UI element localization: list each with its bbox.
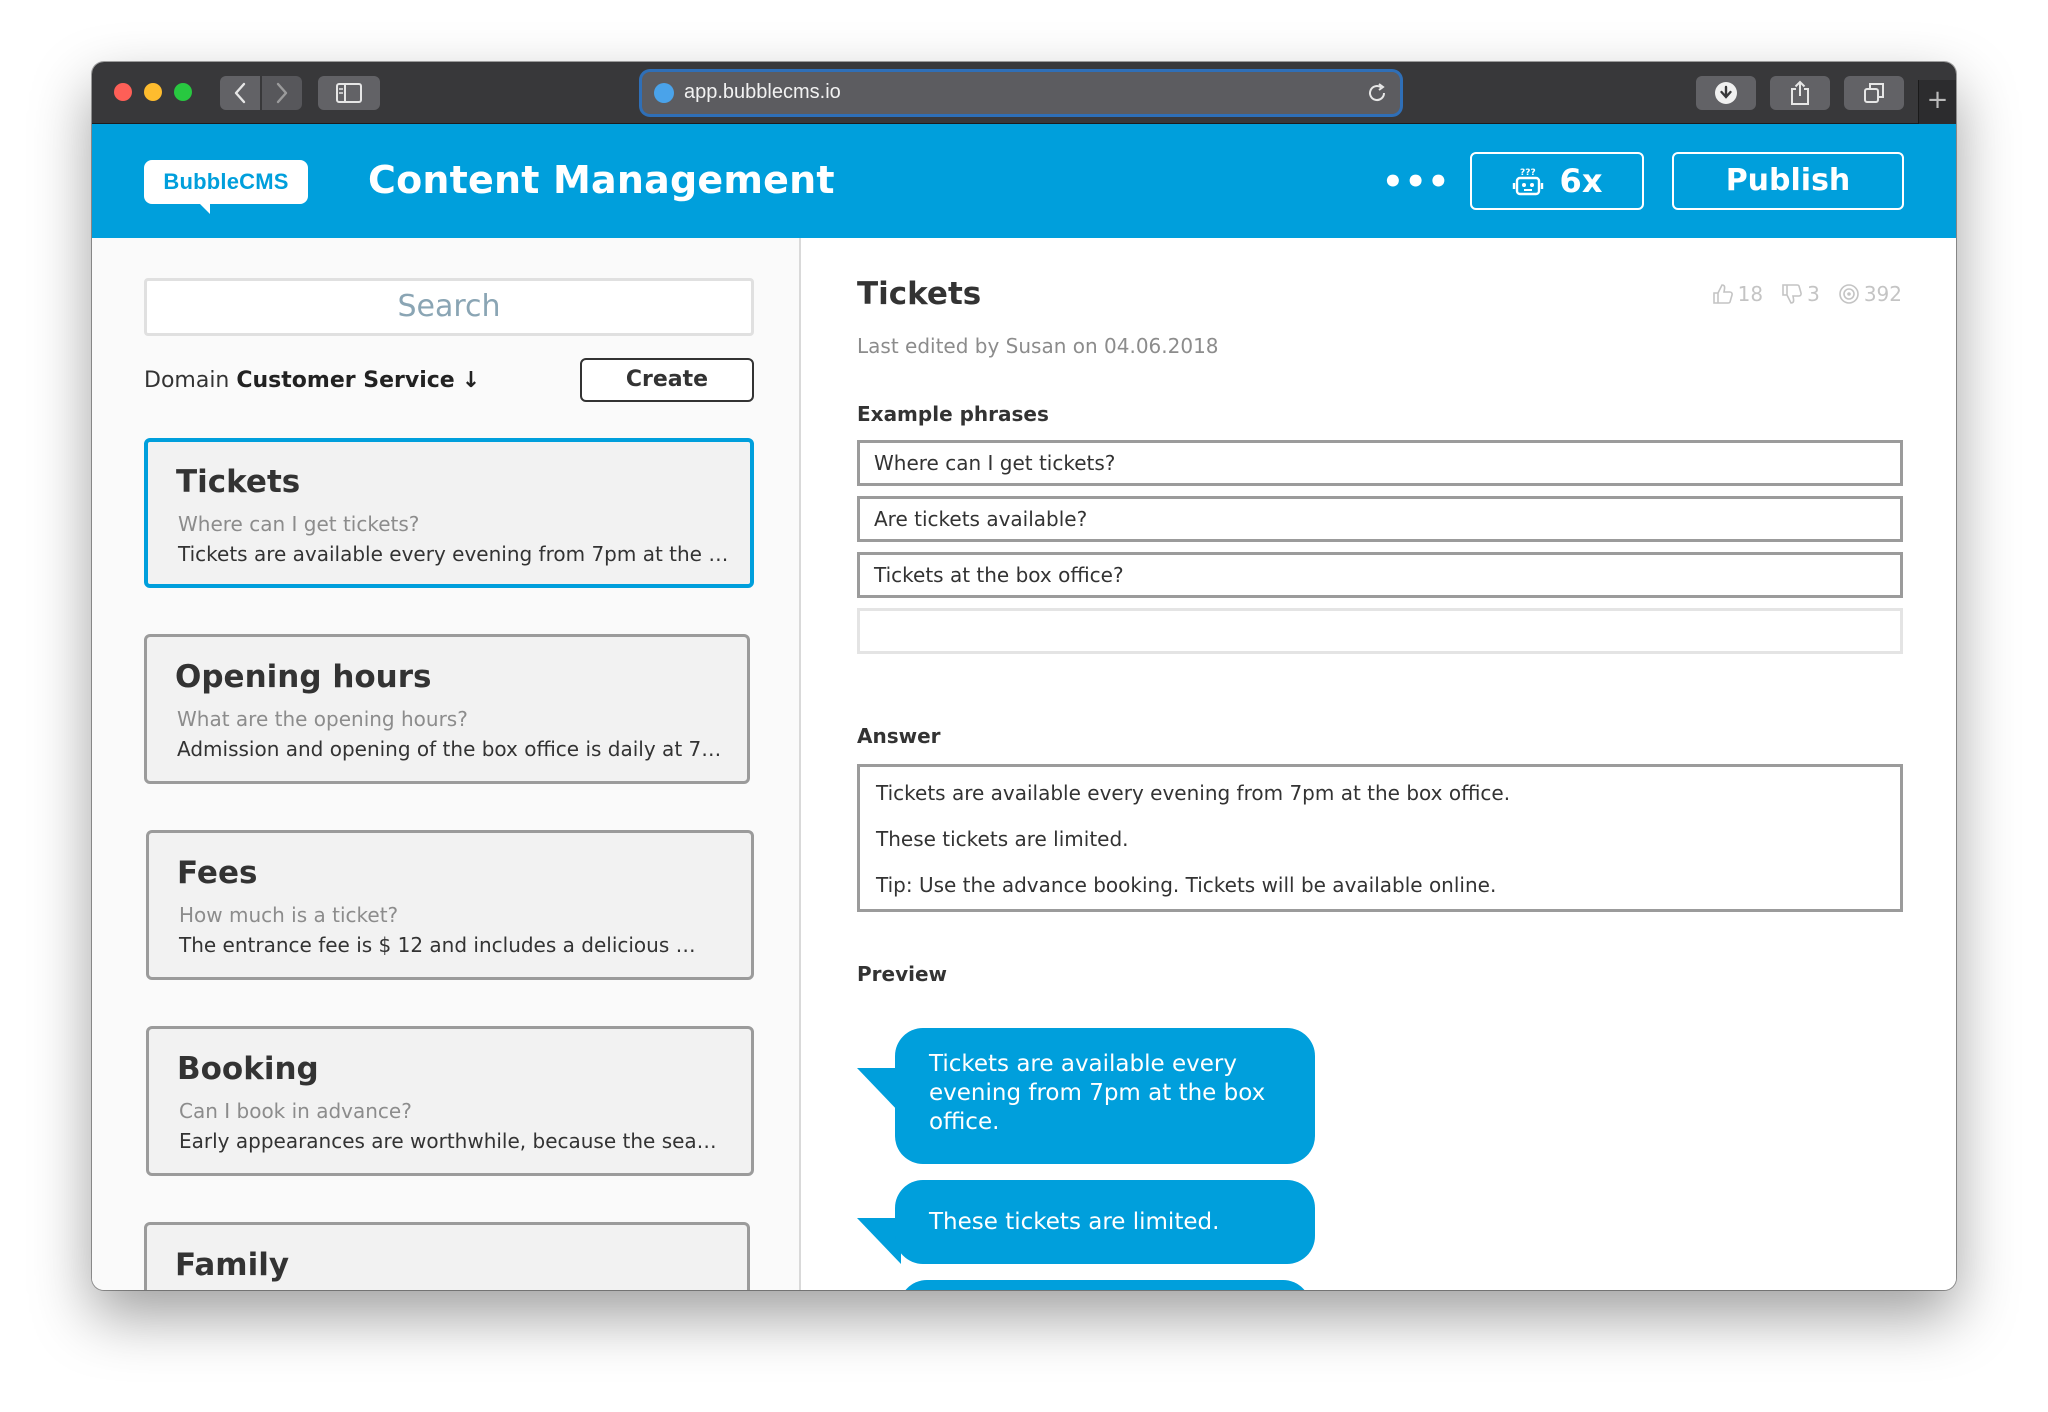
views-icon [1839,284,1859,304]
thumbs-down-icon [1782,284,1802,304]
phrase-input[interactable]: Where can I get tickets? [857,440,1903,486]
zoom-window-button[interactable] [174,83,192,101]
downloads-button[interactable] [1696,76,1756,110]
globe-icon [654,83,674,103]
back-button[interactable] [220,76,260,110]
svg-text:???: ??? [1520,168,1536,178]
faq-card-booking[interactable]: Booking Can I book in advance? Early app… [146,1026,754,1176]
app-header: BubbleCMS Content Management ••• ??? 6x … [92,124,1956,238]
answer-line: Tip: Use the advance booking. Tickets wi… [876,873,1497,897]
views-count: 392 [1863,282,1902,306]
card-answer: Early appearances are worthwhile, becaus… [179,1129,717,1153]
faq-list-panel: Search Domain Customer Service ↓ Create … [92,238,801,1290]
answer-line: Tickets are available every evening from… [876,781,1511,805]
likes-stat: 18 [1712,282,1763,306]
search-input[interactable]: Search [144,278,754,336]
bot-button[interactable]: ??? 6x [1470,152,1644,210]
domain-name: Customer Service [236,368,455,393]
thumbs-up-icon [1712,284,1733,304]
faq-card-opening-hours[interactable]: Opening hours What are the opening hours… [144,634,750,784]
domain-selector[interactable]: Domain Customer Service ↓ [144,368,480,393]
card-title: Fees [177,855,258,891]
answer-label: Answer [857,724,941,748]
logo-text: BubbleCMS [144,160,308,204]
detail-title: Tickets [857,276,982,312]
phrase-input[interactable]: Are tickets available? [857,496,1903,542]
domain-prefix: Domain [144,368,230,393]
download-icon [1715,82,1737,104]
browser-toolbar: app.bubblecms.io + [92,62,1956,124]
logo-bubble-tail [196,200,210,214]
new-tab-button[interactable]: + [1918,80,1956,124]
example-phrases-label: Example phrases [857,402,1049,426]
sidebar-toggle-button[interactable] [318,76,380,110]
preview-bubble-partial [899,1280,1311,1290]
card-answer: Tickets are available every evening from… [178,542,729,566]
url-text: app.bubblecms.io [684,81,841,103]
card-answer: Admission and opening of the box office … [177,737,722,761]
tabs-icon [1864,83,1884,103]
dislikes-stat: 3 [1781,282,1820,306]
card-title: Family [175,1247,290,1283]
faq-card-tickets[interactable]: Tickets Where can I get tickets? Tickets… [144,438,754,588]
share-button[interactable] [1770,76,1830,110]
bubblecms-logo[interactable]: BubbleCMS [144,160,308,216]
preview-bubble: Tickets are available every evening from… [895,1028,1315,1164]
forward-icon [276,82,288,104]
faq-detail-panel: Tickets 18 3 392 Last edited by Susan on… [803,238,1956,1290]
phrase-input[interactable]: Tickets at the box office? [857,552,1903,598]
forward-button[interactable] [262,76,302,110]
bot-icon: ??? [1512,168,1543,196]
page-title: Content Management [368,158,835,202]
preview-bubble: These tickets are limited. [895,1180,1315,1264]
browser-window: app.bubblecms.io + BubbleCMS Content Man… [92,62,1956,1290]
card-title: Opening hours [175,659,432,695]
bot-count: 6x [1559,162,1603,200]
new-phrase-input[interactable] [857,608,1903,654]
close-window-button[interactable] [114,83,132,101]
card-question: Where can I get tickets? [178,512,420,536]
share-icon [1791,80,1809,105]
faq-card-family[interactable]: Family [144,1222,750,1290]
sidebar-icon [336,83,362,103]
views-stat: 392 [1838,282,1902,306]
more-menu-button[interactable]: ••• [1382,162,1450,202]
minimize-window-button[interactable] [144,83,162,101]
card-question: Can I book in advance? [179,1099,412,1123]
feedback-stats: 18 3 392 [1712,282,1902,306]
card-question: What are the opening hours? [177,707,468,731]
card-question: How much is a ticket? [179,903,399,927]
card-answer: The entrance fee is $ 12 and includes a … [179,933,696,957]
publish-button[interactable]: Publish [1672,152,1904,210]
dislikes-count: 3 [1807,282,1820,306]
answer-textarea[interactable]: Tickets are available every evening from… [857,764,1903,912]
tab-overview-button[interactable] [1844,76,1904,110]
domain-arrow-icon: ↓ [461,368,481,393]
preview-label: Preview [857,962,948,986]
answer-line: These tickets are limited. [876,827,1129,851]
card-title: Booking [177,1051,319,1087]
faq-card-fees[interactable]: Fees How much is a ticket? The entrance … [146,830,754,980]
address-bar[interactable]: app.bubblecms.io [642,72,1400,114]
likes-count: 18 [1737,282,1764,306]
card-title: Tickets [176,464,301,500]
last-edited-info: Last edited by Susan on 04.06.2018 [857,334,1219,358]
reload-icon[interactable] [1366,82,1388,104]
create-button[interactable]: Create [580,358,754,402]
back-icon [234,82,246,104]
